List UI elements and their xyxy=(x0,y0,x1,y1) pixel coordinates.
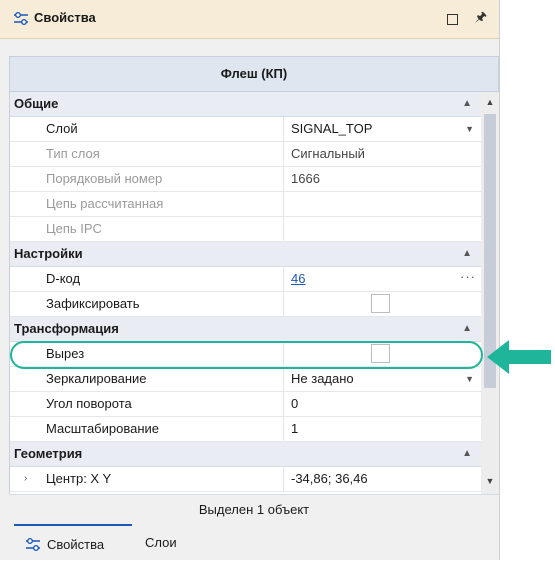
property-row: Порядковый номер 1666 xyxy=(10,167,482,192)
category-label: Трансформация xyxy=(14,321,119,336)
property-value[interactable]: 1 xyxy=(285,417,482,441)
category-row[interactable]: Геометрия ▲ xyxy=(10,442,482,467)
property-row: Тип слоя Сигнальный xyxy=(10,142,482,167)
property-row: Цепь IPC xyxy=(10,217,482,242)
property-value: Сигнальный xyxy=(285,142,482,166)
chevron-down-icon[interactable]: ▼ xyxy=(465,117,474,141)
property-name: Тип слоя xyxy=(10,142,284,166)
tab-layers[interactable]: Слои xyxy=(145,524,195,558)
property-row: Слой SIGNAL_TOP ▼ xyxy=(10,117,482,142)
properties-icon xyxy=(14,12,28,25)
chevron-up-icon[interactable]: ▲ xyxy=(462,242,472,266)
property-row: Цепь рассчитанная xyxy=(10,192,482,217)
property-value xyxy=(285,192,482,216)
category-label: Геометрия xyxy=(14,446,83,461)
property-row: Зеркалирование Не задано ▼ xyxy=(10,367,482,392)
property-value-text: -34,86; 36,46 xyxy=(291,471,368,486)
scroll-up-icon[interactable]: ▲ xyxy=(481,97,499,107)
property-name: Зеркалирование xyxy=(10,367,284,391)
pin-icon: 🖈 xyxy=(474,9,488,24)
checkbox[interactable] xyxy=(371,344,390,363)
property-value-text: 0 xyxy=(291,396,299,411)
arrow-left-icon xyxy=(487,340,551,374)
property-value xyxy=(285,217,482,241)
property-value[interactable]: 46 ··· xyxy=(285,267,482,291)
property-value: 1666 xyxy=(285,167,482,191)
property-value[interactable]: 0 xyxy=(285,392,482,416)
properties-icon xyxy=(26,538,40,551)
property-row: Зафиксировать xyxy=(10,292,482,317)
category-row[interactable]: Настройки ▲ xyxy=(10,242,482,267)
property-value[interactable]: -34,86; 36,46 xyxy=(285,467,482,491)
property-value[interactable] xyxy=(285,342,482,366)
properties-panel: Свойства 🖈 Флеш (КП) Общие ▲ Слой SIGNAL_TO… xyxy=(0,0,500,560)
property-name: Слой xyxy=(10,117,284,141)
dcode-link[interactable]: 46 xyxy=(291,271,305,286)
property-name: Вырез xyxy=(10,342,284,366)
tab-label: Свойства xyxy=(47,537,105,552)
property-value[interactable]: SIGNAL_TOP ▼ xyxy=(285,117,482,141)
bottom-tabs: Свойства Слои xyxy=(0,524,499,560)
property-value-text: Сигнальный xyxy=(291,146,365,161)
property-name: D-код xyxy=(10,267,284,291)
property-name: Центр: X Y xyxy=(10,467,284,491)
pin-button[interactable]: 🖈 xyxy=(470,8,492,30)
category-label: Настройки xyxy=(14,246,83,261)
property-row: Масштабирование 1 xyxy=(10,417,482,442)
property-value-text: SIGNAL_TOP xyxy=(291,121,373,136)
panel-title: Свойства xyxy=(34,10,96,25)
ellipsis-icon[interactable]: ··· xyxy=(460,265,476,289)
scroll-down-icon[interactable]: ▼ xyxy=(481,476,499,486)
object-header: Флеш (КП) xyxy=(9,56,499,92)
category-row[interactable]: Трансформация ▲ xyxy=(10,317,482,342)
category-row[interactable]: Общие ▲ xyxy=(10,92,482,117)
chevron-down-icon[interactable]: ▼ xyxy=(465,367,474,391)
property-name: Цепь рассчитанная xyxy=(10,192,284,216)
property-row: Вырез xyxy=(10,342,482,367)
property-name: Цепь IPC xyxy=(10,217,284,241)
chevron-up-icon[interactable]: ▲ xyxy=(462,442,472,466)
property-grid: Общие ▲ Слой SIGNAL_TOP ▼ Тип слоя Сигнальный П… xyxy=(10,92,482,492)
property-name: Порядковый номер xyxy=(10,167,284,191)
maximize-button[interactable] xyxy=(441,8,463,30)
property-name: Угол поворота xyxy=(10,392,284,416)
property-grid-area: Общие ▲ Слой SIGNAL_TOP ▼ Тип слоя Сигнальный П… xyxy=(9,92,499,494)
property-value[interactable] xyxy=(285,292,482,316)
vertical-scrollbar[interactable]: ▲ ▼ xyxy=(481,92,499,494)
checkbox[interactable] xyxy=(371,294,390,313)
chevron-up-icon[interactable]: ▲ xyxy=(462,92,472,116)
maximize-icon xyxy=(446,13,458,25)
panel-titlebar: Свойства 🖈 xyxy=(0,0,499,39)
property-value-text: 1 xyxy=(291,421,299,436)
property-value[interactable]: Не задано ▼ xyxy=(285,367,482,391)
property-value-text: 1666 xyxy=(291,171,320,186)
property-name: Зафиксировать xyxy=(10,292,284,316)
property-name: Масштабирование xyxy=(10,417,284,441)
chevron-up-icon[interactable]: ▲ xyxy=(462,317,472,341)
tab-properties[interactable]: Свойства xyxy=(14,524,132,560)
status-bar: Выделен 1 объект xyxy=(9,494,499,524)
tab-label: Слои xyxy=(145,535,177,550)
category-label: Общие xyxy=(14,96,59,111)
property-value-text: Не задано xyxy=(291,371,354,386)
property-row: Угол поворота 0 xyxy=(10,392,482,417)
property-row: D-код 46 ··· xyxy=(10,267,482,292)
chevron-right-icon[interactable]: › xyxy=(24,467,27,491)
property-row: Центр: X Y › -34,86; 36,46 xyxy=(10,467,482,492)
